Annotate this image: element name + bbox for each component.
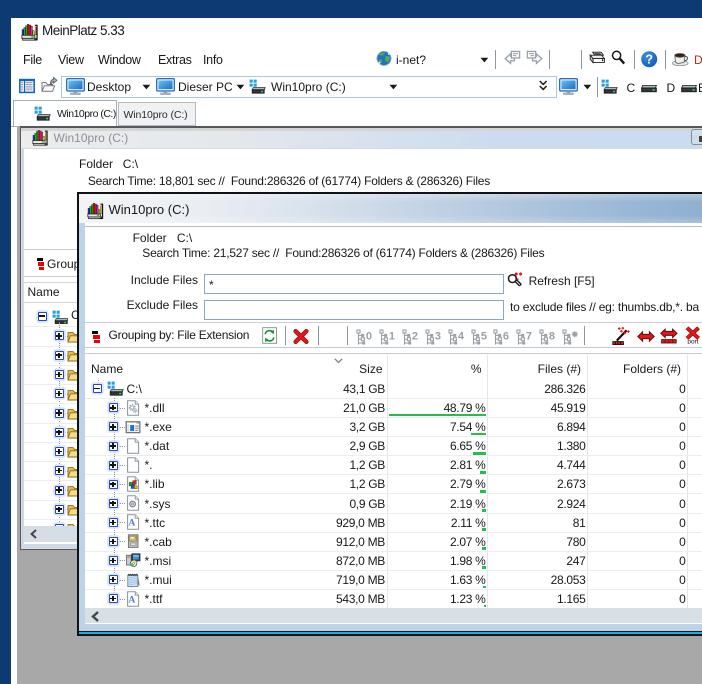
svg-text:2: 2: [412, 331, 418, 343]
svg-text:5: 5: [480, 331, 486, 343]
svg-text:4: 4: [457, 331, 464, 343]
svg-text:7: 7: [526, 331, 532, 343]
svg-text:?: ?: [645, 53, 653, 67]
svg-text:A: A: [128, 519, 135, 529]
svg-text:1: 1: [389, 331, 395, 343]
svg-text:6: 6: [503, 331, 509, 343]
svg-text:3: 3: [435, 331, 441, 343]
svg-text:port: port: [687, 339, 698, 344]
svg-text:0: 0: [366, 331, 372, 343]
svg-text:8: 8: [549, 331, 555, 343]
svg-text:A: A: [128, 595, 135, 605]
